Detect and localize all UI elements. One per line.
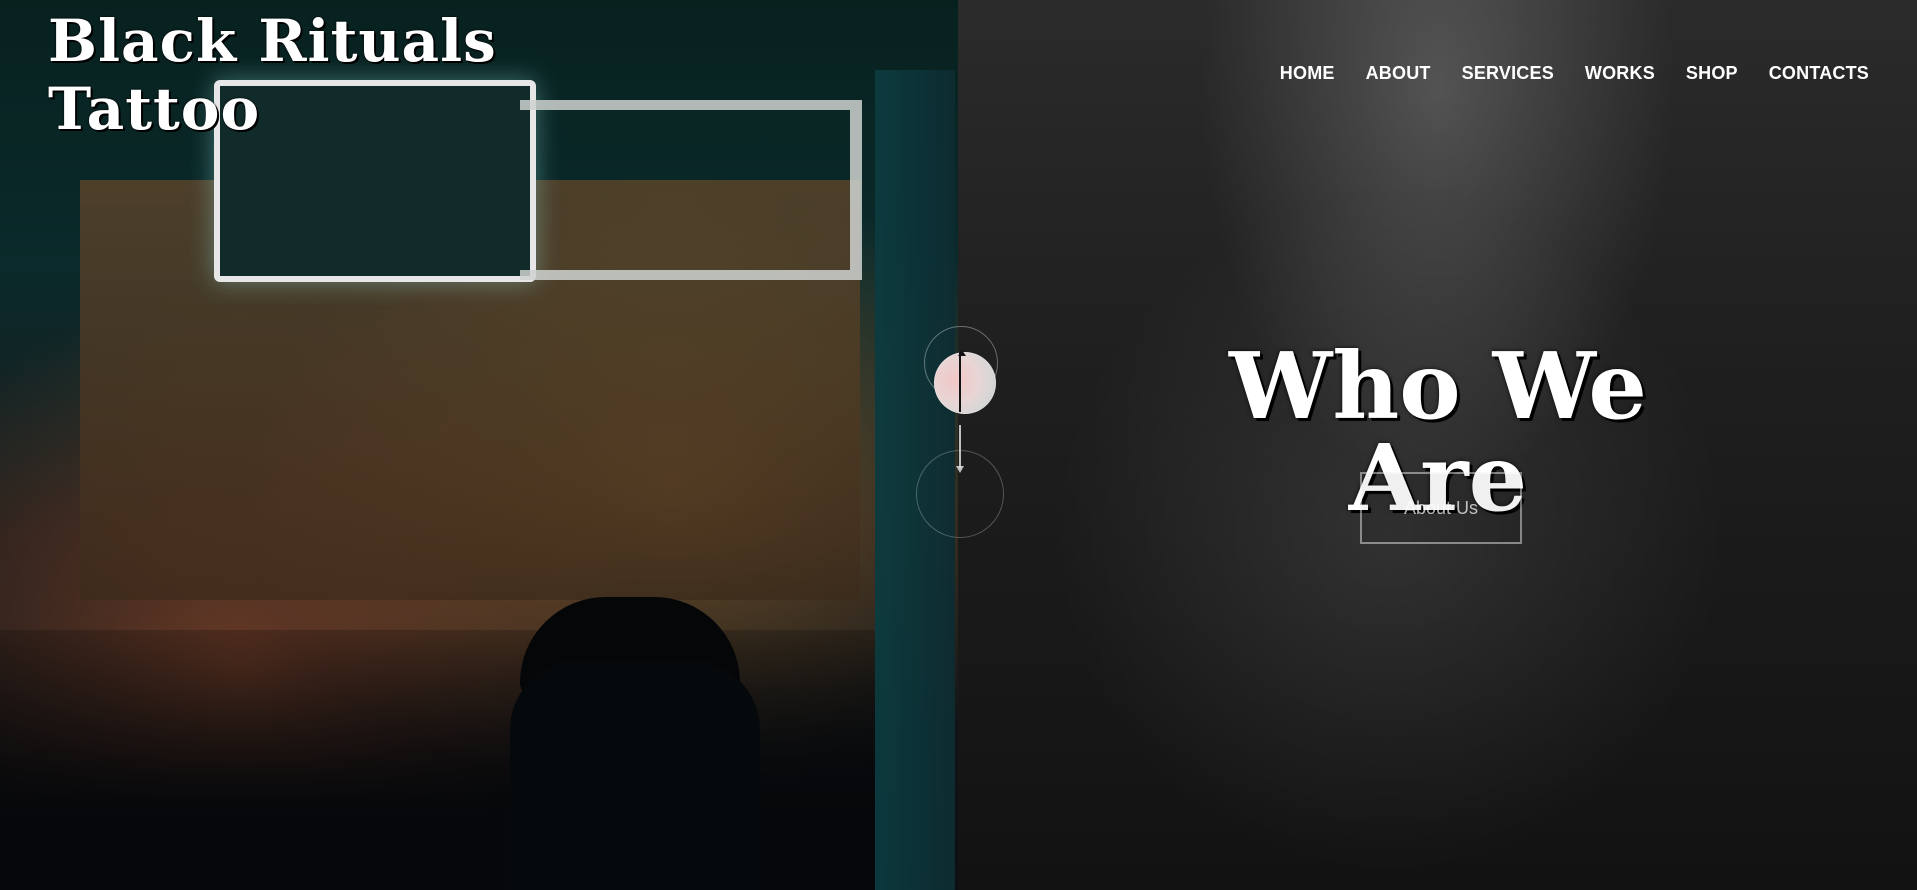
person-silhouette [510,660,760,890]
site-logo-text: Black Rituals Tattoo [48,7,497,143]
nav-contacts[interactable]: CONTACTS [1769,63,1869,84]
arrow-down-icon [956,466,964,473]
nav-services[interactable]: SERVICES [1462,63,1554,84]
main-nav: HOME ABOUT SERVICES WORKS SHOP CONTACTS [1280,63,1869,84]
about-us-button-label: About Us [1403,497,1479,518]
scroll-down-line [959,425,961,468]
scroll-indicator-top-arrow-icon [958,350,966,356]
nav-shop[interactable]: SHOP [1686,63,1738,84]
nav-home[interactable]: HOME [1280,63,1335,84]
scroll-indicator-icon[interactable] [934,352,996,414]
scroll-indicator-line [959,352,961,412]
sign-frame [520,100,862,280]
site-logo[interactable]: Black Rituals Tattoo [48,7,548,143]
about-us-button[interactable]: About Us [1360,472,1522,544]
nav-works[interactable]: WORKS [1585,63,1655,84]
page: Black Rituals Tattoo HOME ABOUT SERVICES… [0,0,1917,890]
nav-about[interactable]: ABOUT [1366,63,1431,84]
